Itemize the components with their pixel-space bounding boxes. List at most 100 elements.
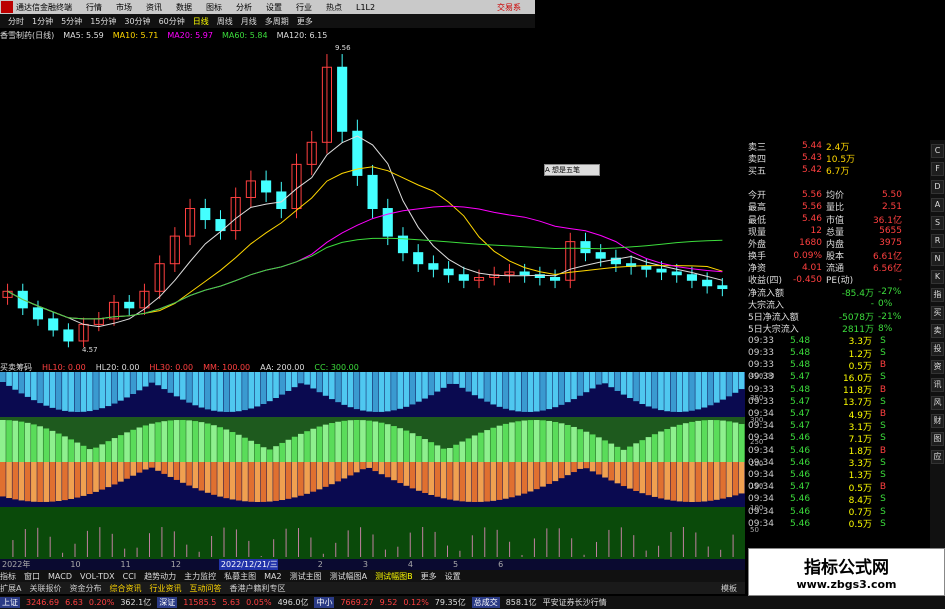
menu-market[interactable]: 行情 bbox=[86, 2, 102, 13]
period-tab-multi[interactable]: 多周期 bbox=[265, 16, 289, 27]
side-tool-icon[interactable]: 风 bbox=[931, 396, 944, 410]
indicator-bar-mid bbox=[596, 437, 602, 462]
candlestick-chart[interactable]: 9.56 4.57 7.507.006.506.005.505.00 bbox=[0, 42, 745, 360]
indicator-bar-top bbox=[471, 372, 478, 396]
period-tab-1min[interactable]: 1分钟 bbox=[32, 16, 53, 27]
tool-template[interactable]: 模板 bbox=[721, 583, 737, 594]
indicator-bar-top bbox=[676, 372, 683, 412]
side-tool-icon[interactable]: 买 bbox=[931, 306, 944, 320]
index-name-sz[interactable]: 深证 bbox=[157, 597, 178, 608]
tab-test-b[interactable]: 测试幅图B bbox=[375, 571, 413, 582]
indicator-bar-low bbox=[540, 462, 546, 487]
indicator-bar-low bbox=[105, 462, 112, 488]
side-tool-icon[interactable]: 卖 bbox=[931, 324, 944, 338]
tab-settings[interactable]: 设置 bbox=[445, 571, 461, 582]
indicator-bar-top bbox=[372, 372, 379, 412]
menu-industry[interactable]: 行业 bbox=[296, 2, 312, 13]
fund-flow-row: 大宗流入 -0% bbox=[748, 298, 930, 311]
indicator-bar-mid bbox=[422, 439, 428, 462]
side-tool-icon[interactable]: D bbox=[931, 180, 944, 194]
menu-l1l2[interactable]: L1L2 bbox=[356, 3, 375, 12]
period-tab-more[interactable]: 更多 bbox=[297, 16, 313, 27]
side-tool-icon[interactable]: 应 bbox=[931, 450, 944, 464]
indicator-bar-mid bbox=[502, 423, 509, 462]
tool-qa[interactable]: 互动问答 bbox=[189, 583, 221, 594]
tool-fund-dist[interactable]: 资金分布 bbox=[69, 583, 101, 594]
period-tab-60min[interactable]: 60分钟 bbox=[159, 16, 185, 27]
side-tool-icon[interactable]: R bbox=[931, 234, 944, 248]
tick-row: 09:34 5.46 1.3万 S bbox=[748, 469, 930, 482]
tab-window[interactable]: 窗口 bbox=[24, 571, 40, 582]
indicator-bar-top bbox=[658, 372, 664, 411]
side-tool-icon[interactable]: 指 bbox=[931, 288, 944, 302]
indicator-bar-top bbox=[111, 372, 118, 404]
volume-bar bbox=[658, 545, 660, 557]
menu-analysis[interactable]: 分析 bbox=[236, 2, 252, 13]
side-tool-icon[interactable]: 图 bbox=[931, 432, 944, 446]
side-tool-icon[interactable]: 资 bbox=[931, 360, 944, 374]
menu-exchange[interactable]: 市场 bbox=[116, 2, 132, 13]
side-tool-icon[interactable]: 投 bbox=[931, 342, 944, 356]
indicator-bar-low bbox=[440, 462, 447, 499]
indicator-bar-low bbox=[658, 462, 664, 499]
tool-industry-news[interactable]: 行业资讯 bbox=[149, 583, 181, 594]
indicator-chart[interactable]: 400.0035030025020015010050 bbox=[0, 372, 775, 559]
indicator-bar-top bbox=[329, 372, 335, 400]
period-tab-5min[interactable]: 5分钟 bbox=[61, 16, 82, 27]
indicator-bar-mid bbox=[291, 436, 298, 462]
tab-ma2[interactable]: MA2 bbox=[264, 572, 281, 581]
tool-related-quote[interactable]: 关联报价 bbox=[29, 583, 61, 594]
period-tab-30min[interactable]: 30分钟 bbox=[124, 16, 150, 27]
indicator-bar-low bbox=[74, 462, 81, 498]
period-tab-daily[interactable]: 日线 bbox=[193, 16, 209, 27]
tab-macd[interactable]: MACD bbox=[48, 572, 72, 581]
menu-settings[interactable]: 设置 bbox=[266, 2, 282, 13]
total-turnover-label: 总成交 bbox=[471, 597, 500, 608]
fund-flow-row: 5日大宗流入 2811万 8% bbox=[748, 323, 930, 336]
menu-icons[interactable]: 图标 bbox=[206, 2, 222, 13]
input-method-popup[interactable]: A 想是五笔 bbox=[544, 164, 600, 176]
indicator-bar-top bbox=[266, 372, 273, 402]
period-tab-15min[interactable]: 15分钟 bbox=[90, 16, 116, 27]
tab-test-a[interactable]: 测试幅图A bbox=[330, 571, 367, 582]
period-tab-intraday[interactable]: 分时 bbox=[8, 16, 24, 27]
tab-cci[interactable]: CCI bbox=[123, 572, 137, 581]
menu-news[interactable]: 资讯 bbox=[146, 2, 162, 13]
tool-hk-zone[interactable]: 香港户籍利专区 bbox=[229, 583, 285, 594]
side-tool-icon[interactable]: A bbox=[931, 198, 944, 212]
indicator-bar-low bbox=[304, 462, 310, 494]
tool-news[interactable]: 综合资讯 bbox=[109, 583, 141, 594]
tab-indicator[interactable]: 指标 bbox=[0, 571, 16, 582]
indicator-bar-low bbox=[397, 462, 404, 484]
side-tool-icon[interactable]: 讯 bbox=[931, 378, 944, 392]
tab-more[interactable]: 更多 bbox=[421, 571, 437, 582]
tab-vol[interactable]: VOL-TDX bbox=[80, 572, 115, 581]
tab-trend[interactable]: 趋势动力 bbox=[144, 571, 176, 582]
indicator-bar-low bbox=[12, 462, 19, 500]
tab-main-monitor[interactable]: 主力监控 bbox=[184, 571, 216, 582]
menu-hotspot[interactable]: 热点 bbox=[326, 2, 342, 13]
side-tool-icon[interactable]: S bbox=[931, 216, 944, 230]
menu-data[interactable]: 数据 bbox=[176, 2, 192, 13]
tick-list[interactable]: 09:33 5.48 3.3万 S 09:33 5.48 1.2万 S 09:33 5.48 0.5… bbox=[748, 335, 930, 530]
period-tab-weekly[interactable]: 周线 bbox=[217, 16, 233, 27]
indicator-bar-top bbox=[422, 372, 428, 399]
indicator-bar-mid bbox=[298, 433, 304, 462]
index-name-sh[interactable]: 上证 bbox=[0, 597, 20, 608]
side-tool-icon[interactable]: C bbox=[931, 144, 944, 158]
indicator-bar-mid bbox=[124, 432, 130, 462]
side-tool-icon[interactable]: F bbox=[931, 162, 944, 176]
tab-test-main[interactable]: 测试主图 bbox=[290, 571, 322, 582]
side-tool-icon[interactable]: N bbox=[931, 252, 944, 266]
indicator-bar-mid bbox=[266, 449, 273, 462]
tick-row-cell: S bbox=[880, 396, 886, 407]
stats-row-cell: 5.56 bbox=[801, 189, 822, 200]
tool-expand[interactable]: 扩展A bbox=[0, 583, 21, 594]
trade-button[interactable]: 交易系 bbox=[497, 2, 521, 13]
index-name-sme[interactable]: 中小 bbox=[314, 597, 335, 608]
tab-private-main[interactable]: 私募主图 bbox=[224, 571, 256, 582]
stats-row-cell: 5.50 bbox=[881, 189, 902, 200]
side-tool-icon[interactable]: 财 bbox=[931, 414, 944, 428]
side-tool-icon[interactable]: K bbox=[931, 270, 944, 284]
period-tab-monthly[interactable]: 月线 bbox=[241, 16, 257, 27]
